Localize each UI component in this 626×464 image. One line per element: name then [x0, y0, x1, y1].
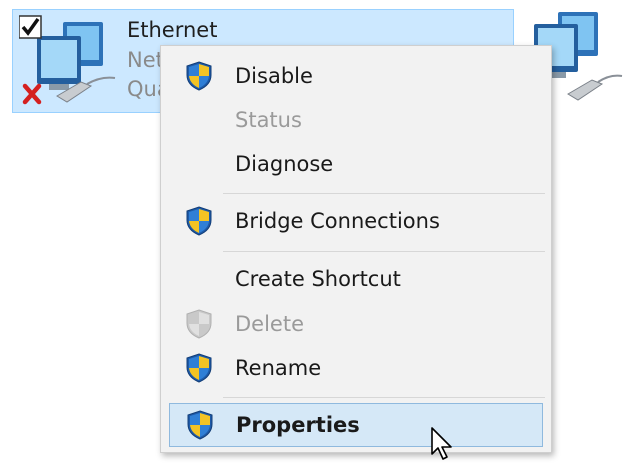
- uac-shield-icon: [186, 353, 212, 383]
- uac-shield-icon: [186, 206, 212, 236]
- menu-item-label: Create Shortcut: [235, 267, 401, 291]
- menu-item-label: Properties: [236, 413, 360, 437]
- menu-item-label: Diagnose: [235, 152, 334, 176]
- uac-shield-icon: [187, 410, 213, 440]
- menu-item-label: Delete: [235, 312, 304, 336]
- menu-item-properties[interactable]: Properties: [169, 403, 543, 447]
- menu-item-create-shortcut[interactable]: Create Shortcut: [169, 257, 543, 301]
- menu-item-diagnose[interactable]: Diagnose: [169, 142, 543, 186]
- menu-separator: [223, 251, 545, 252]
- menu-item-label: Bridge Connections: [235, 209, 440, 233]
- menu-item-label: Rename: [235, 356, 322, 380]
- uac-shield-icon: [186, 309, 212, 339]
- menu-item-bridge-connections[interactable]: Bridge Connections: [169, 199, 543, 243]
- uac-shield-icon: [186, 61, 212, 91]
- connection-network-text: Net: [127, 48, 164, 72]
- menu-item-status[interactable]: Status: [169, 98, 543, 142]
- connection-name: Ethernet: [127, 18, 218, 42]
- menu-item-disable[interactable]: Disable: [169, 54, 543, 98]
- menu-separator: [223, 193, 545, 194]
- context-menu: Disable Status Diagnose Bridge Connectio…: [160, 45, 552, 453]
- menu-item-delete[interactable]: Delete: [169, 302, 543, 346]
- menu-item-rename[interactable]: Rename: [169, 346, 543, 390]
- mouse-pointer-icon: [431, 427, 452, 460]
- menu-item-label: Status: [235, 108, 302, 132]
- menu-separator: [223, 397, 545, 398]
- network-adapter-icon: [19, 15, 116, 105]
- menu-item-label: Disable: [235, 64, 313, 88]
